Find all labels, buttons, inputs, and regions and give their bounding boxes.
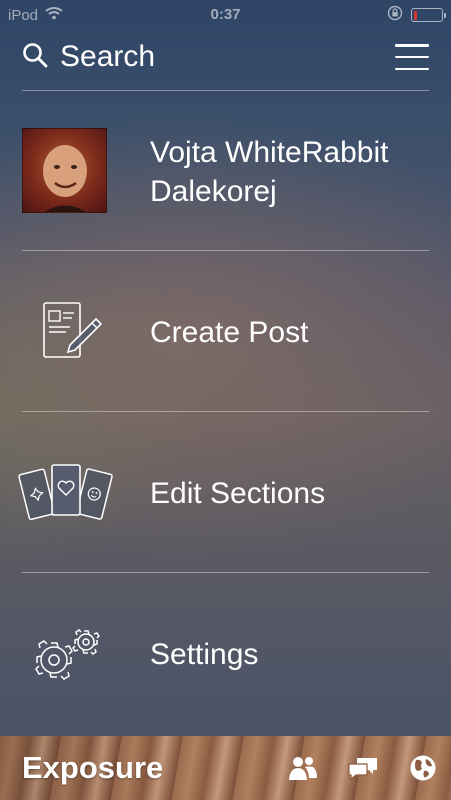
header: Search bbox=[22, 34, 429, 80]
divider bbox=[22, 411, 429, 412]
divider bbox=[22, 250, 429, 251]
brand-logo[interactable]: Exposure bbox=[22, 750, 163, 786]
search-field[interactable]: Search bbox=[22, 40, 155, 74]
chat-icon[interactable] bbox=[347, 752, 379, 784]
edit-sections-row[interactable]: Edit Sections bbox=[0, 413, 451, 573]
globe-icon[interactable] bbox=[407, 752, 439, 784]
status-bar: iPod 0:37 bbox=[0, 0, 451, 30]
footer-bar: Exposure bbox=[0, 736, 451, 800]
settings-row[interactable]: Settings bbox=[0, 574, 451, 734]
footer-icons bbox=[287, 752, 439, 784]
edit-sections-label: Edit Sections bbox=[150, 476, 326, 510]
profile-name: Vojta WhiteRabbit Dalekorej bbox=[150, 136, 389, 208]
divider bbox=[22, 572, 429, 573]
battery-icon bbox=[411, 8, 446, 22]
create-post-row[interactable]: Create Post bbox=[0, 252, 451, 412]
search-label: Search bbox=[60, 40, 156, 73]
create-post-icon bbox=[18, 284, 114, 380]
create-post-label: Create Post bbox=[150, 315, 309, 349]
search-icon bbox=[22, 42, 48, 73]
settings-label: Settings bbox=[150, 637, 259, 671]
people-icon[interactable] bbox=[287, 752, 319, 784]
hamburger-menu-icon[interactable] bbox=[395, 44, 429, 70]
avatar[interactable] bbox=[22, 128, 107, 213]
status-time: 0:37 bbox=[210, 6, 241, 23]
cards-icon bbox=[18, 445, 114, 541]
gears-icon bbox=[18, 606, 114, 702]
battery-level bbox=[413, 10, 417, 20]
